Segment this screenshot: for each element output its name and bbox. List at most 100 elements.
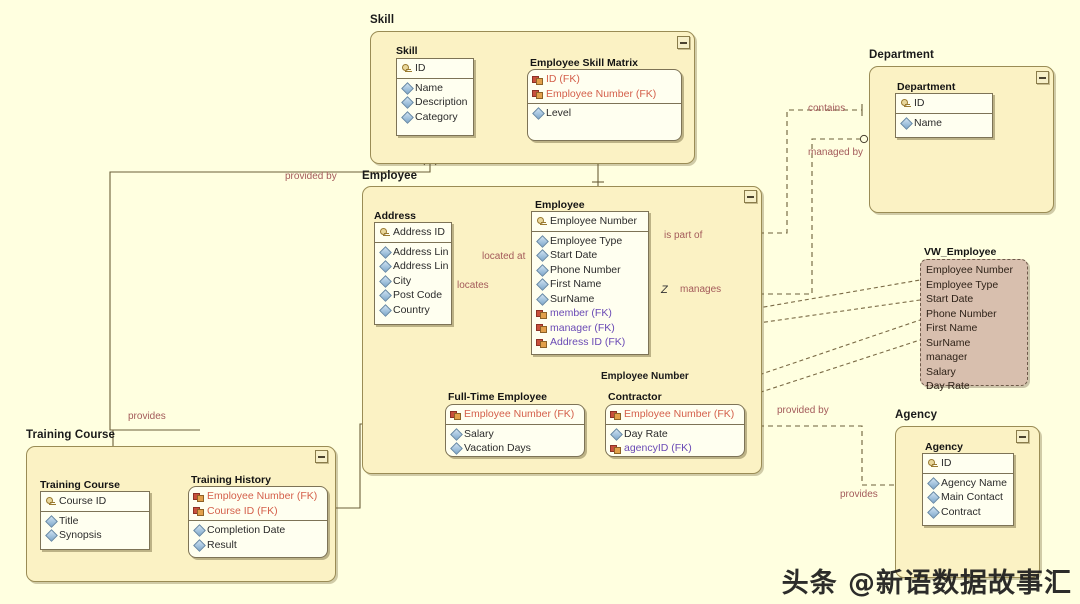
entity-skill[interactable]: ID Name Description Category — [396, 58, 474, 136]
package-department-collapse-button[interactable] — [1036, 71, 1049, 84]
entity-address-pk-zone: Address ID — [375, 223, 451, 243]
relationship-label-provided-by-left: provided by — [285, 171, 337, 182]
entity-employee-title: Employee — [535, 199, 585, 211]
entity-employee-attr-zone: Employee Type Start Date Phone Number Fi… — [532, 232, 648, 352]
entity-contractor-title: Contractor — [608, 391, 662, 403]
entity-contractor[interactable]: Employee Number (FK) Day Rate agencyID (… — [605, 404, 745, 457]
foreign-key-icon — [532, 74, 543, 85]
attribute-row: Start Date — [536, 248, 645, 263]
attribute-row: Synopsis — [45, 528, 146, 543]
relationship-label-provides-right: provides — [840, 489, 878, 500]
primary-key-icon — [927, 458, 938, 469]
attribute-label: ID — [415, 62, 426, 75]
attribute-label: Level — [546, 107, 572, 120]
attribute-label: Main Contact — [941, 491, 1003, 504]
attribute-row: Level — [532, 106, 678, 121]
attribute-row: Employee Number (FK) — [193, 489, 324, 504]
foreign-key-icon — [193, 491, 204, 502]
entity-address[interactable]: Address ID Address Line Address Line Cit… — [374, 222, 452, 325]
attribute-label: Day Rate — [624, 427, 668, 440]
foreign-key-icon — [610, 409, 621, 420]
package-skill-collapse-button[interactable] — [677, 36, 690, 49]
foreign-key-icon — [610, 443, 621, 454]
attribute-icon — [536, 235, 547, 246]
view-column-label: Start Date — [926, 293, 974, 306]
view-vw-employee[interactable]: Employee Number Employee Type Start Date… — [920, 259, 1028, 392]
attribute-row: Vacation Days — [450, 441, 581, 456]
attribute-row: Employee Number (FK) — [450, 407, 581, 422]
attribute-label: Category — [415, 110, 458, 123]
entity-training-history-title: Training History — [191, 474, 271, 486]
entity-training-course[interactable]: Course ID Title Synopsis — [40, 491, 150, 550]
attribute-icon — [379, 246, 390, 257]
entity-employee[interactable]: Employee Number Employee Type Start Date… — [531, 211, 649, 355]
attribute-icon — [379, 275, 390, 286]
attribute-row: Name — [401, 81, 470, 96]
package-employee-collapse-button[interactable] — [744, 190, 757, 203]
entity-training-history[interactable]: Employee Number (FK) Course ID (FK) Comp… — [188, 486, 328, 558]
view-column-row: Phone Number — [926, 307, 1022, 322]
entity-department-pk-zone: ID — [896, 94, 992, 114]
package-skill-title: Skill — [370, 14, 395, 26]
attribute-label: agencyID (FK) — [624, 442, 692, 455]
entity-address-title: Address — [374, 210, 417, 222]
attribute-icon — [450, 443, 461, 454]
attribute-label: manager (FK) — [550, 321, 615, 334]
view-column-row: Start Date — [926, 292, 1022, 307]
attribute-label: Result — [207, 538, 237, 551]
attribute-label: Name — [415, 81, 444, 94]
view-column-label: First Name — [926, 322, 978, 335]
attribute-row: Country — [379, 303, 448, 318]
entity-tc-pk-zone: Course ID — [41, 492, 149, 512]
entity-full-time-employee[interactable]: Employee Number (FK) Salary Vacation Day… — [445, 404, 585, 457]
attribute-row: Name — [900, 116, 989, 131]
attribute-row: ID — [401, 61, 470, 76]
attribute-row: Address ID — [379, 225, 448, 240]
cardinality-marker-z: Z — [661, 284, 668, 296]
attribute-label: Name — [914, 116, 943, 129]
attribute-label: Employee Number (FK) — [546, 87, 657, 100]
entity-training-course-title: Training Course — [40, 479, 120, 491]
attribute-row: manager (FK) — [536, 321, 645, 336]
view-vw-employee-title: VW_Employee — [924, 246, 997, 258]
entity-employee-skill-matrix[interactable]: ID (FK) Employee Number (FK) Level — [527, 69, 682, 141]
entity-agency[interactable]: ID Agency Name Main Contact Contract — [922, 453, 1014, 526]
attribute-icon — [45, 515, 56, 526]
attribute-row: City — [379, 274, 448, 289]
attribute-label: member (FK) — [550, 307, 612, 320]
package-agency-title: Agency — [895, 409, 938, 421]
package-training-course-collapse-button[interactable] — [315, 450, 328, 463]
attribute-row: ID (FK) — [532, 72, 678, 87]
er-diagram-canvas: .solid { stroke:#6b5f3a; stroke-width:1.… — [0, 0, 1080, 604]
entity-fte-attr-zone: Salary Vacation Days — [446, 425, 584, 458]
entity-department-attr-zone: Name — [896, 114, 992, 133]
package-department-title: Department — [869, 49, 934, 61]
attribute-label: SurName — [550, 292, 595, 305]
attribute-icon — [450, 428, 461, 439]
view-column-row: Employee Type — [926, 278, 1022, 293]
view-column-label: SurName — [926, 336, 971, 349]
relationship-label-provided-by-right: provided by — [777, 405, 829, 416]
view-column-label: Employee Number — [926, 264, 1013, 277]
entity-th-pk-zone: Employee Number (FK) Course ID (FK) — [189, 487, 327, 521]
attribute-label: Country — [393, 303, 430, 316]
entity-contractor-pk-zone: Employee Number (FK) — [606, 405, 744, 425]
package-employee-title: Employee — [362, 170, 418, 182]
attribute-icon — [45, 530, 56, 541]
attribute-label: Employee Number (FK) — [624, 408, 735, 421]
attribute-label: Title — [59, 514, 79, 527]
primary-key-icon — [45, 496, 56, 507]
attribute-label: ID — [941, 457, 952, 470]
foreign-key-icon — [193, 505, 204, 517]
primary-key-icon — [900, 98, 911, 109]
package-agency-collapse-button[interactable] — [1016, 430, 1029, 443]
attribute-label: Employee Number (FK) — [464, 408, 575, 421]
foreign-key-icon — [450, 409, 461, 420]
attribute-row: Completion Date — [193, 523, 324, 538]
attribute-label: City — [393, 274, 412, 287]
watermark: 头条 @新语数据故事汇 — [781, 568, 1072, 599]
attribute-label: Employee Number (FK) — [207, 490, 318, 503]
attribute-row: SurName — [536, 292, 645, 307]
entity-department[interactable]: ID Name — [895, 93, 993, 138]
entity-esm-attr-zone: Level — [528, 104, 681, 123]
